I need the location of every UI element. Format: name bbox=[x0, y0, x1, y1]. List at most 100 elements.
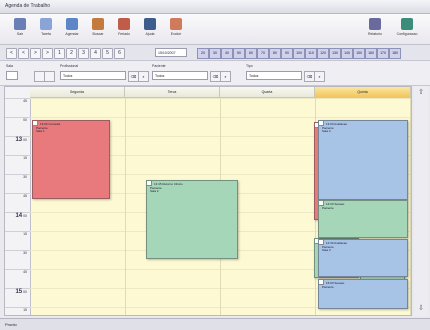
appointment-card[interactable]: 14:30 Avaliacao Paciente Sala 3 bbox=[318, 239, 408, 277]
buscar-button[interactable]: Buscar bbox=[86, 18, 110, 42]
help-icon bbox=[144, 18, 156, 30]
appointment-card[interactable]: 13:00 Avaliacao Paciente Sala 3 bbox=[318, 120, 408, 200]
minute-label: 00 bbox=[22, 138, 27, 142]
toolbar-button-label: Buscar bbox=[92, 32, 104, 36]
calendar-view: 45 00 13 00 15 30 45 14 00 15 30 45 15 00 1… bbox=[4, 86, 412, 316]
zoom-level-button[interactable]: 170 bbox=[377, 48, 389, 59]
agendar-button[interactable]: Agendar bbox=[60, 18, 84, 42]
window-title: Agenda de Trabalho bbox=[5, 3, 51, 9]
appointment-marker-icon bbox=[319, 121, 324, 126]
filter-search-button[interactable]: ⌕ bbox=[220, 71, 231, 82]
zoom-level-button[interactable]: 130 bbox=[329, 48, 341, 59]
time-slot-label: 14 00 bbox=[5, 212, 30, 231]
day-header-quarta[interactable]: Quarta bbox=[220, 87, 315, 98]
filter-paciente-field[interactable]: Todos bbox=[152, 71, 208, 80]
filter-label: Sala bbox=[6, 64, 14, 68]
ajuda-button[interactable]: Ajuda bbox=[138, 18, 162, 42]
minute-label: 15 bbox=[23, 308, 27, 312]
toolbar: Sair Tarefa Agendar Buscar Feriado Ajuda Exclu… bbox=[0, 14, 430, 45]
title-bar: Agenda de Trabalho bbox=[0, 0, 430, 14]
vertical-scrollbar[interactable]: ⇧ ⇩ bbox=[414, 86, 428, 316]
zoom-level-button[interactable]: 90 bbox=[281, 48, 293, 59]
nav-button[interactable]: 5 bbox=[102, 48, 113, 59]
record-icon[interactable] bbox=[44, 71, 55, 82]
zoom-level-button[interactable]: 120 bbox=[317, 48, 329, 59]
minute-label: 30 bbox=[23, 175, 27, 179]
toolbar-button-label: Ajuda bbox=[145, 32, 155, 36]
toolbar-button-label: Excluir bbox=[170, 32, 182, 36]
zoom-level-button[interactable]: 140 bbox=[341, 48, 353, 59]
time-slot-label: 45 bbox=[5, 193, 30, 212]
zoom-level-button[interactable]: 50 bbox=[233, 48, 245, 59]
time-slot-label: 15 bbox=[5, 155, 30, 174]
day-header-segunda[interactable]: Segunda bbox=[30, 87, 125, 98]
appointment-card[interactable]: 15:00 Sessao Paciente bbox=[318, 279, 408, 309]
day-header-quinta[interactable]: Quinta bbox=[315, 87, 411, 98]
time-slot-label: 45 bbox=[5, 98, 30, 117]
toolbar-button-label: Configuracao bbox=[396, 32, 418, 36]
zoom-level-button[interactable]: 160 bbox=[365, 48, 377, 59]
appointment-card[interactable]: 13:00 ConsultaPacienteSala 1 bbox=[32, 120, 110, 199]
calendar-add-icon bbox=[66, 18, 78, 30]
appointment-text: Paciente bbox=[322, 205, 334, 210]
zoom-level-button[interactable]: 80 bbox=[269, 48, 281, 59]
filter-sala-field[interactable] bbox=[6, 71, 18, 80]
appointment-card[interactable]: 14:00 Sessao Paciente bbox=[318, 200, 408, 238]
feriado-button[interactable]: Feriado bbox=[112, 18, 136, 42]
time-slot-label: 15 bbox=[5, 231, 30, 250]
appointment-card[interactable]: 13:45 Retorno Clinico Paciente Sala 2 bbox=[146, 180, 238, 259]
zoom-level-button[interactable]: 60 bbox=[245, 48, 257, 59]
nav-button[interactable]: 4 bbox=[90, 48, 101, 59]
zoom-level-button[interactable]: 30 bbox=[209, 48, 221, 59]
appointment-text: Sala 3 bbox=[322, 248, 331, 253]
zoom-level-button[interactable]: 110 bbox=[305, 48, 317, 59]
nav-button[interactable]: > bbox=[42, 48, 53, 59]
exit-icon bbox=[14, 18, 26, 30]
filter-label: Tipo bbox=[246, 64, 253, 68]
appointment-marker-icon bbox=[319, 280, 324, 285]
report-icon bbox=[369, 18, 381, 30]
nav-button[interactable]: 6 bbox=[114, 48, 125, 59]
holiday-icon bbox=[118, 18, 130, 30]
zoom-level-button[interactable]: 70 bbox=[257, 48, 269, 59]
sair-button[interactable]: Sair bbox=[8, 18, 32, 42]
filter-profissional-field[interactable]: Todos bbox=[60, 71, 126, 80]
delete-icon bbox=[170, 18, 182, 30]
scroll-down-icon[interactable]: ⇩ bbox=[416, 304, 426, 314]
relatorio-button[interactable]: Relatorio bbox=[360, 18, 390, 42]
appointment-marker-icon bbox=[319, 240, 324, 245]
date-field[interactable]: 15/10/2007 bbox=[155, 48, 187, 57]
tarefa-button[interactable]: Tarefa bbox=[34, 18, 58, 42]
zoom-level-button[interactable]: 150 bbox=[353, 48, 365, 59]
navigation-bar: 15/10/2007 < < > >1 2 3 4 5 6 20 30 40 50 60 70 80 90 100… bbox=[0, 45, 430, 61]
nav-button[interactable]: 1 bbox=[54, 48, 65, 59]
toolbar-button-label: Sair bbox=[16, 32, 24, 36]
configuracao-button[interactable]: Configuracao bbox=[392, 18, 422, 42]
day-header-terca[interactable]: Terca bbox=[125, 87, 220, 98]
scroll-up-icon[interactable]: ⇧ bbox=[416, 88, 426, 98]
zoom-level-button[interactable]: 100 bbox=[293, 48, 305, 59]
time-column: 45 00 13 00 15 30 45 14 00 15 30 45 15 00 1… bbox=[5, 87, 31, 315]
agenda-window: Agenda de Trabalho Sair Tarefa Agendar Busc… bbox=[0, 0, 430, 330]
appointment-marker-icon bbox=[319, 201, 324, 206]
zoom-level-button[interactable]: 20 bbox=[197, 48, 209, 59]
minute-label: 15 bbox=[23, 156, 27, 160]
filter-search-button[interactable]: ⌕ bbox=[314, 71, 325, 82]
nav-button[interactable]: > bbox=[30, 48, 41, 59]
nav-button[interactable]: 3 bbox=[78, 48, 89, 59]
zoom-level-button[interactable]: 180 bbox=[389, 48, 401, 59]
excluir-button[interactable]: Excluir bbox=[164, 18, 188, 42]
appointment-marker-icon bbox=[33, 121, 38, 126]
zoom-level-button[interactable]: 40 bbox=[221, 48, 233, 59]
time-slot-label: 30 bbox=[5, 250, 30, 269]
toolbar-button-label: Agendar bbox=[65, 32, 79, 36]
status-text: Pronto bbox=[5, 322, 17, 327]
toolbar-button-label: Tarefa bbox=[41, 32, 51, 36]
toolbar-button-label: Feriado bbox=[118, 32, 130, 36]
nav-button[interactable]: 2 bbox=[66, 48, 77, 59]
filter-tipo-field[interactable]: Todos bbox=[246, 71, 302, 80]
time-slot-label: 13 00 bbox=[5, 136, 30, 155]
nav-button[interactable]: < bbox=[6, 48, 17, 59]
nav-button[interactable]: < bbox=[18, 48, 29, 59]
filter-search-button[interactable]: ⌕ bbox=[138, 71, 149, 82]
